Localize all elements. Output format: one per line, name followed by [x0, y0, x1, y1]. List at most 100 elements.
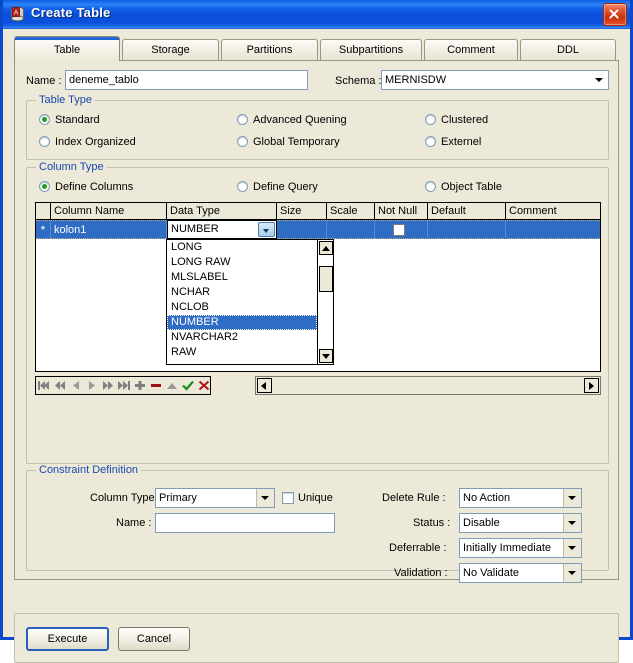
table-name-input[interactable]: deneme_tablo [65, 70, 308, 90]
radio-define-query-label: Define Query [253, 181, 318, 193]
create-table-dialog: A Create Table Table Storage Partitions … [0, 0, 633, 663]
grid-header-default[interactable]: Default [428, 203, 506, 219]
grid-header-column-name[interactable]: Column Name [51, 203, 167, 219]
radio-clustered[interactable]: Clustered [425, 114, 488, 127]
deferrable-value: Initially Immediate [463, 542, 552, 554]
dropdown-item-mlslabel[interactable]: MLSLABEL [167, 270, 317, 285]
chevron-down-icon [256, 489, 274, 507]
prev-page-icon [55, 381, 65, 390]
dropdown-scrollbar[interactable] [317, 240, 333, 364]
cancel-edit-button[interactable] [196, 377, 212, 394]
dialog-client-area: Table Storage Partitions Subpartitions C… [3, 29, 630, 663]
scroll-up-icon[interactable] [319, 241, 333, 255]
footer-button-panel: Execute Cancel [14, 613, 619, 663]
unique-checkbox[interactable]: Unique [282, 492, 333, 505]
cancel-button[interactable]: Cancel [118, 627, 190, 651]
close-icon[interactable] [603, 3, 627, 26]
dropdown-item-nclob[interactable]: NCLOB [167, 300, 317, 315]
chevron-down-icon [591, 71, 608, 89]
radio-global-temporary[interactable]: Global Temporary [237, 136, 340, 149]
cell-comment[interactable] [506, 221, 600, 239]
dropdown-item-long-raw[interactable]: LONG RAW [167, 255, 317, 270]
grid-header-data-type[interactable]: Data Type [167, 203, 277, 219]
radio-externel[interactable]: Externel [425, 136, 481, 149]
tab-page-table: Name : deneme_tablo Schema : MERNISDW Ta… [14, 60, 619, 583]
next-record-button[interactable] [84, 377, 100, 394]
radio-index-organized-label: Index Organized [55, 136, 136, 148]
dropdown-item-nvarchar2[interactable]: NVARCHAR2 [167, 330, 317, 345]
cell-column-name[interactable]: kolon1 [51, 221, 167, 239]
plus-icon [135, 381, 145, 390]
next-page-icon [103, 381, 113, 390]
tab-table[interactable]: Table [14, 36, 120, 61]
delete-rule-select[interactable]: No Action [459, 488, 582, 508]
tab-partitions[interactable]: Partitions [221, 39, 318, 61]
data-type-dropdown-button[interactable] [258, 222, 275, 237]
cell-default[interactable] [428, 221, 506, 239]
schema-select[interactable]: MERNISDW [381, 70, 609, 90]
prior-record-button[interactable] [68, 377, 84, 394]
execute-button[interactable]: Execute [26, 627, 109, 651]
constraint-column-type-value: Primary [159, 492, 197, 504]
radio-object-table-label: Object Table [441, 181, 502, 193]
not-null-checkbox[interactable] [393, 224, 405, 236]
table-row[interactable]: * kolon1 [36, 220, 600, 239]
table-type-title: Table Type [36, 94, 96, 106]
scroll-left-icon[interactable] [257, 378, 272, 393]
insert-record-button[interactable] [132, 377, 148, 394]
grid-header-comment[interactable]: Comment [506, 203, 600, 219]
data-type-dropdown-list[interactable]: LONG LONG RAW MLSLABEL NCHAR NCLOB NUMBE… [166, 239, 334, 365]
last-record-button[interactable] [116, 377, 132, 394]
scroll-down-icon[interactable] [319, 349, 333, 363]
unique-checkbox-label: Unique [298, 492, 333, 504]
tab-subpartitions[interactable]: Subpartitions [320, 39, 422, 61]
post-edit-button[interactable] [180, 377, 196, 394]
tab-ddl[interactable]: DDL [520, 39, 616, 61]
chevron-down-icon [563, 539, 581, 557]
prior-page-button[interactable] [52, 377, 68, 394]
delete-record-button[interactable] [148, 377, 164, 394]
dropdown-item-raw[interactable]: RAW [167, 345, 317, 360]
constraint-name-input[interactable] [155, 513, 335, 533]
radio-index-organized[interactable]: Index Organized [39, 136, 136, 149]
column-type-title: Column Type [36, 161, 107, 173]
grid-header-not-null[interactable]: Not Null [375, 203, 428, 219]
data-type-cell-editor[interactable]: NUMBER [167, 220, 277, 239]
status-value: Disable [463, 517, 500, 529]
radio-advanced-quening[interactable]: Advanced Quening [237, 114, 347, 127]
title-bar: A Create Table [3, 0, 630, 30]
radio-advanced-quening-label: Advanced Quening [253, 114, 347, 126]
validation-select[interactable]: No Validate [459, 563, 582, 583]
grid-header-marker [36, 203, 51, 219]
name-label: Name : [26, 75, 62, 87]
record-navigator[interactable] [35, 376, 211, 395]
grid-header-size[interactable]: Size [277, 203, 327, 219]
svg-text:A: A [14, 9, 19, 16]
deferrable-select[interactable]: Initially Immediate [459, 538, 582, 558]
first-record-button[interactable] [36, 377, 52, 394]
cell-scale[interactable] [327, 221, 375, 239]
radio-define-columns[interactable]: Define Columns [39, 181, 133, 194]
constraint-column-type-select[interactable]: Primary [155, 488, 275, 508]
dropdown-scroll-thumb[interactable] [319, 266, 333, 292]
tab-comment[interactable]: Comment [424, 39, 518, 61]
scroll-right-icon[interactable] [584, 378, 599, 393]
grid-header-scale[interactable]: Scale [327, 203, 375, 219]
cell-not-null[interactable] [375, 221, 428, 239]
radio-define-query[interactable]: Define Query [237, 181, 318, 194]
radio-object-table[interactable]: Object Table [425, 181, 502, 194]
grid-horizontal-scrollbar[interactable] [255, 376, 601, 395]
validation-label: Validation : [394, 567, 448, 579]
dropdown-item-long[interactable]: LONG [167, 240, 317, 255]
tab-storage[interactable]: Storage [122, 39, 219, 61]
cell-size[interactable] [277, 221, 327, 239]
constraint-definition-group: Constraint Definition Column Type : Prim… [26, 464, 609, 583]
dropdown-item-nchar[interactable]: NCHAR [167, 285, 317, 300]
database-table-icon: A [11, 6, 24, 22]
radio-standard[interactable]: Standard [39, 114, 100, 127]
edit-record-button[interactable] [164, 377, 180, 394]
dropdown-item-number[interactable]: NUMBER [167, 315, 317, 330]
status-select[interactable]: Disable [459, 513, 582, 533]
next-page-button[interactable] [100, 377, 116, 394]
dropdown-items: LONG LONG RAW MLSLABEL NCHAR NCLOB NUMBE… [167, 240, 317, 360]
